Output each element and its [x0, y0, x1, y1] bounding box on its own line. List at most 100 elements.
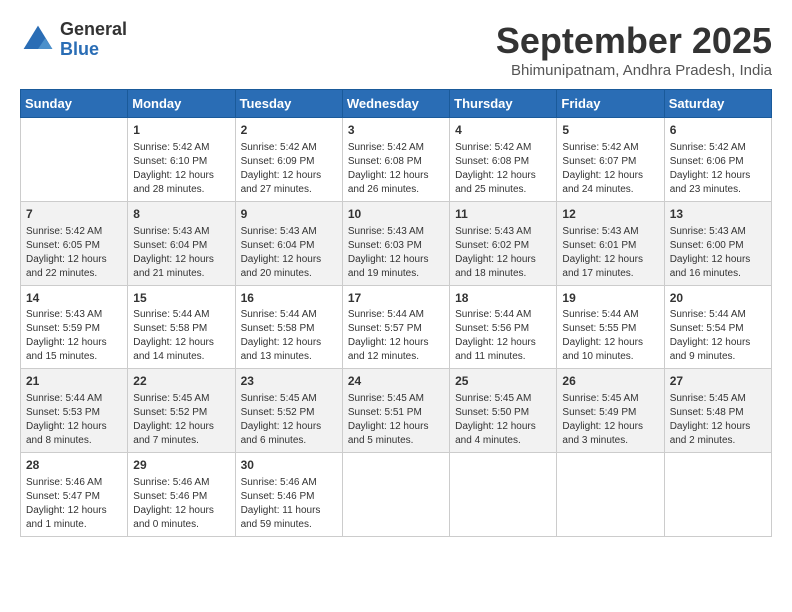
calendar-cell — [21, 118, 128, 202]
day-number: 27 — [670, 373, 766, 390]
day-info: Sunrise: 5:45 AM Sunset: 5:52 PM Dayligh… — [133, 392, 229, 448]
header-cell-friday: Friday — [557, 90, 664, 118]
day-info: Sunrise: 5:45 AM Sunset: 5:52 PM Dayligh… — [241, 392, 337, 448]
calendar-cell: 1Sunrise: 5:42 AM Sunset: 6:10 PM Daylig… — [128, 118, 235, 202]
day-number: 14 — [26, 290, 122, 307]
logo-general: General — [60, 19, 127, 39]
calendar-cell: 28 Sunrise: 5:46 AM Sunset: 5:47 PM Dayli… — [21, 453, 128, 537]
calendar-cell: 27 Sunrise: 5:45 AM Sunset: 5:48 PM Dayli… — [664, 369, 771, 453]
day-number: 28 — [26, 457, 122, 474]
calendar-body: 1Sunrise: 5:42 AM Sunset: 6:10 PM Daylig… — [21, 118, 772, 537]
day-number: 5 — [562, 122, 658, 139]
header-cell-saturday: Saturday — [664, 90, 771, 118]
calendar-cell: 18Sunrise: 5:44 AM Sunset: 5:56 PM Dayli… — [450, 285, 557, 369]
calendar-cell: 19Sunrise: 5:44 AM Sunset: 5:55 PM Dayli… — [557, 285, 664, 369]
day-info: Sunrise: 5:44 AM Sunset: 5:54 PM Dayligh… — [670, 308, 766, 364]
day-info: Sunrise: 5:45 AM Sunset: 5:48 PM Dayligh… — [670, 392, 766, 448]
day-number: 1 — [133, 122, 229, 139]
week-row-2: 7 Sunrise: 5:42 AM Sunset: 6:05 PM Daylig… — [21, 201, 772, 285]
calendar-cell — [664, 453, 771, 537]
day-info: Sunrise: 5:44 AM Sunset: 5:57 PM Dayligh… — [348, 308, 444, 364]
week-row-1: 1Sunrise: 5:42 AM Sunset: 6:10 PM Daylig… — [21, 118, 772, 202]
calendar-cell: 30 Sunrise: 5:46 AM Sunset: 5:46 PM Dayli… — [235, 453, 342, 537]
day-info: Sunrise: 5:42 AM Sunset: 6:05 PM Dayligh… — [26, 225, 122, 281]
logo-text: General Blue — [60, 20, 127, 60]
day-number: 2 — [241, 122, 337, 139]
header-cell-wednesday: Wednesday — [342, 90, 449, 118]
day-info: Sunrise: 5:42 AM Sunset: 6:06 PM Dayligh… — [670, 141, 766, 197]
calendar-cell: 15Sunrise: 5:44 AM Sunset: 5:58 PM Dayli… — [128, 285, 235, 369]
day-number: 13 — [670, 206, 766, 223]
header-row: SundayMondayTuesdayWednesdayThursdayFrid… — [21, 90, 772, 118]
calendar-cell: 16Sunrise: 5:44 AM Sunset: 5:58 PM Dayli… — [235, 285, 342, 369]
day-info: Sunrise: 5:44 AM Sunset: 5:53 PM Dayligh… — [26, 392, 122, 448]
day-info: Sunrise: 5:43 AM Sunset: 6:01 PM Dayligh… — [562, 225, 658, 281]
day-number: 26 — [562, 373, 658, 390]
calendar-cell — [450, 453, 557, 537]
day-number: 8 — [133, 206, 229, 223]
calendar-cell: 6 Sunrise: 5:42 AM Sunset: 6:06 PM Daylig… — [664, 118, 771, 202]
calendar-cell: 25Sunrise: 5:45 AM Sunset: 5:50 PM Dayli… — [450, 369, 557, 453]
calendar-table: SundayMondayTuesdayWednesdayThursdayFrid… — [20, 89, 772, 537]
calendar-cell: 4 Sunrise: 5:42 AM Sunset: 6:08 PM Daylig… — [450, 118, 557, 202]
day-number: 29 — [133, 457, 229, 474]
page-header: General Blue September 2025 Bhimunipatna… — [20, 20, 772, 79]
calendar-cell: 22 Sunrise: 5:45 AM Sunset: 5:52 PM Dayli… — [128, 369, 235, 453]
day-number: 4 — [455, 122, 551, 139]
day-number: 3 — [348, 122, 444, 139]
calendar-cell: 10Sunrise: 5:43 AM Sunset: 6:03 PM Dayli… — [342, 201, 449, 285]
day-info: Sunrise: 5:46 AM Sunset: 5:46 PM Dayligh… — [241, 476, 337, 532]
calendar-cell: 21 Sunrise: 5:44 AM Sunset: 5:53 PM Dayli… — [21, 369, 128, 453]
day-number: 19 — [562, 290, 658, 307]
calendar-cell: 5 Sunrise: 5:42 AM Sunset: 6:07 PM Daylig… — [557, 118, 664, 202]
day-info: Sunrise: 5:46 AM Sunset: 5:47 PM Dayligh… — [26, 476, 122, 532]
calendar-cell: 13Sunrise: 5:43 AM Sunset: 6:00 PM Dayli… — [664, 201, 771, 285]
day-number: 18 — [455, 290, 551, 307]
header-cell-sunday: Sunday — [21, 90, 128, 118]
day-info: Sunrise: 5:42 AM Sunset: 6:09 PM Dayligh… — [241, 141, 337, 197]
day-info: Sunrise: 5:43 AM Sunset: 6:04 PM Dayligh… — [133, 225, 229, 281]
day-info: Sunrise: 5:43 AM Sunset: 5:59 PM Dayligh… — [26, 308, 122, 364]
day-number: 30 — [241, 457, 337, 474]
day-info: Sunrise: 5:44 AM Sunset: 5:58 PM Dayligh… — [241, 308, 337, 364]
day-number: 6 — [670, 122, 766, 139]
day-info: Sunrise: 5:45 AM Sunset: 5:51 PM Dayligh… — [348, 392, 444, 448]
day-info: Sunrise: 5:44 AM Sunset: 5:56 PM Dayligh… — [455, 308, 551, 364]
day-info: Sunrise: 5:43 AM Sunset: 6:02 PM Dayligh… — [455, 225, 551, 281]
week-row-4: 21 Sunrise: 5:44 AM Sunset: 5:53 PM Dayli… — [21, 369, 772, 453]
calendar-cell: 9Sunrise: 5:43 AM Sunset: 6:04 PM Daylig… — [235, 201, 342, 285]
day-number: 24 — [348, 373, 444, 390]
logo-blue: Blue — [60, 39, 99, 59]
day-number: 15 — [133, 290, 229, 307]
calendar-cell: 8 Sunrise: 5:43 AM Sunset: 6:04 PM Daylig… — [128, 201, 235, 285]
day-info: Sunrise: 5:46 AM Sunset: 5:46 PM Dayligh… — [133, 476, 229, 532]
title-block: September 2025 Bhimunipatnam, Andhra Pra… — [496, 20, 772, 79]
day-info: Sunrise: 5:43 AM Sunset: 6:04 PM Dayligh… — [241, 225, 337, 281]
calendar-header: SundayMondayTuesdayWednesdayThursdayFrid… — [21, 90, 772, 118]
calendar-cell: 11Sunrise: 5:43 AM Sunset: 6:02 PM Dayli… — [450, 201, 557, 285]
logo-icon — [20, 22, 56, 58]
header-cell-monday: Monday — [128, 90, 235, 118]
calendar-cell: 20Sunrise: 5:44 AM Sunset: 5:54 PM Dayli… — [664, 285, 771, 369]
week-row-3: 14Sunrise: 5:43 AM Sunset: 5:59 PM Dayli… — [21, 285, 772, 369]
logo: General Blue — [20, 20, 127, 60]
calendar-cell: 29 Sunrise: 5:46 AM Sunset: 5:46 PM Dayli… — [128, 453, 235, 537]
day-info: Sunrise: 5:42 AM Sunset: 6:08 PM Dayligh… — [455, 141, 551, 197]
calendar-cell: 3 Sunrise: 5:42 AM Sunset: 6:08 PM Daylig… — [342, 118, 449, 202]
day-info: Sunrise: 5:44 AM Sunset: 5:55 PM Dayligh… — [562, 308, 658, 364]
day-number: 23 — [241, 373, 337, 390]
calendar-cell — [557, 453, 664, 537]
day-info: Sunrise: 5:42 AM Sunset: 6:07 PM Dayligh… — [562, 141, 658, 197]
month-title: September 2025 — [496, 20, 772, 62]
day-number: 7 — [26, 206, 122, 223]
day-number: 21 — [26, 373, 122, 390]
day-number: 12 — [562, 206, 658, 223]
day-number: 22 — [133, 373, 229, 390]
day-info: Sunrise: 5:42 AM Sunset: 6:08 PM Dayligh… — [348, 141, 444, 197]
calendar-cell — [342, 453, 449, 537]
day-info: Sunrise: 5:45 AM Sunset: 5:49 PM Dayligh… — [562, 392, 658, 448]
day-number: 20 — [670, 290, 766, 307]
calendar-cell: 12 Sunrise: 5:43 AM Sunset: 6:01 PM Dayli… — [557, 201, 664, 285]
day-number: 17 — [348, 290, 444, 307]
calendar-cell: 2 Sunrise: 5:42 AM Sunset: 6:09 PM Daylig… — [235, 118, 342, 202]
